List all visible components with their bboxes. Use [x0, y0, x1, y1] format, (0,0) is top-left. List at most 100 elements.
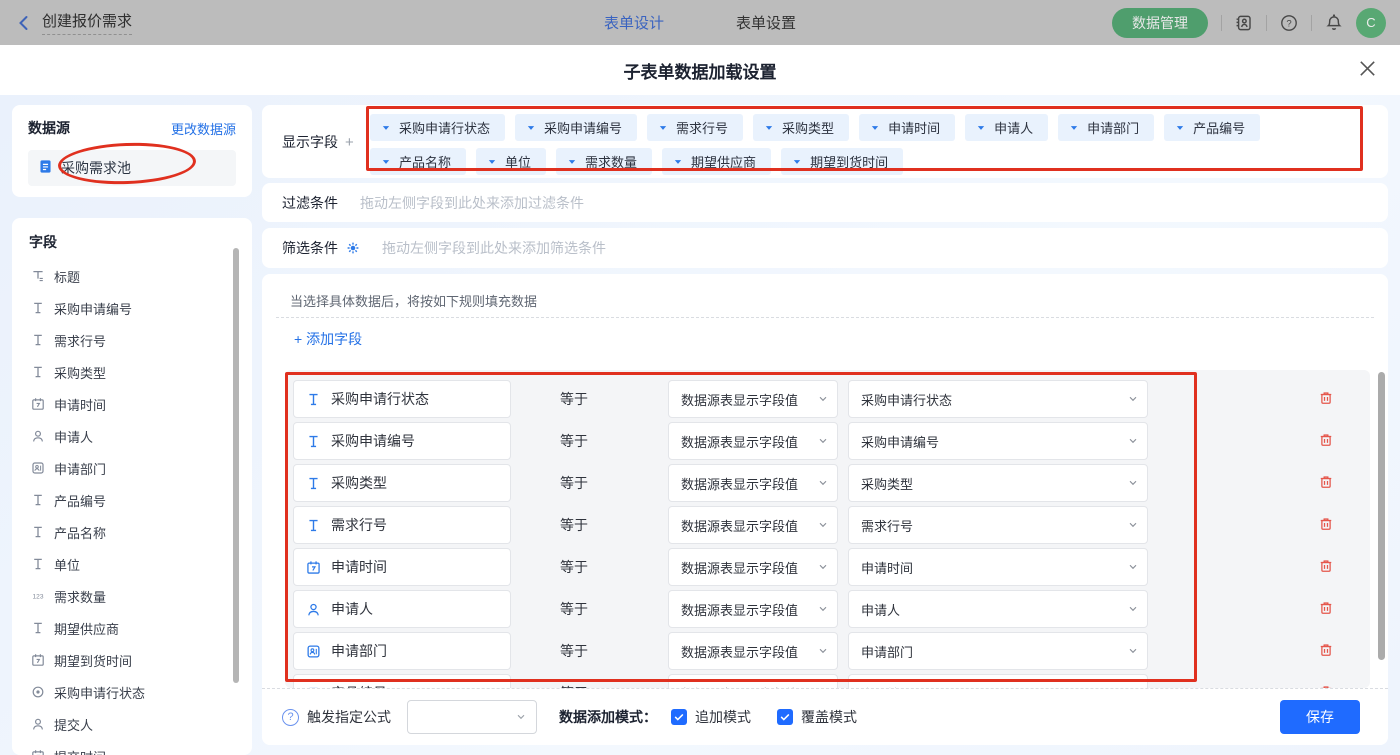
field-item[interactable]: 单位: [12, 548, 252, 580]
target-field-select[interactable]: 产品编号: [848, 674, 1148, 688]
department-icon: [306, 644, 321, 659]
gear-icon[interactable]: [346, 241, 360, 255]
target-field-select[interactable]: 申请时间: [848, 548, 1148, 586]
source-value-select[interactable]: 数据源表显示字段值: [668, 422, 838, 460]
caret-down-icon: [380, 156, 392, 168]
field-item[interactable]: 需求行号: [12, 324, 252, 356]
field-item-label: 需求数量: [54, 587, 106, 606]
data-manage-button[interactable]: 数据管理: [1112, 8, 1208, 38]
field-item[interactable]: 123需求数量: [12, 580, 252, 612]
target-field-select[interactable]: 采购申请行状态: [848, 380, 1148, 418]
rule-field-box[interactable]: 采购申请编号: [293, 422, 511, 460]
delete-icon[interactable]: [1318, 474, 1334, 490]
rule-field-box[interactable]: 申请部门: [293, 632, 511, 670]
source-value-select[interactable]: 数据源表显示字段值: [668, 674, 838, 688]
help-icon: ?: [282, 709, 299, 726]
delete-icon[interactable]: [1318, 516, 1334, 532]
display-field-chip[interactable]: 需求数量: [556, 148, 652, 175]
operator-label: 等于: [560, 422, 588, 460]
source-value-select[interactable]: 数据源表显示字段值: [668, 506, 838, 544]
caret-down-icon: [486, 156, 498, 168]
field-item-label: 采购申请行状态: [54, 683, 145, 702]
field-item[interactable]: 提交时间: [12, 740, 252, 755]
tab-form-settings[interactable]: 表单设置: [736, 12, 796, 33]
datasource-selected-item[interactable]: 采购需求池: [28, 150, 236, 186]
field-item[interactable]: 采购申请编号: [12, 292, 252, 324]
display-field-chip[interactable]: 产品名称: [370, 148, 466, 175]
field-item-label: 需求行号: [54, 331, 106, 350]
text-icon: [31, 557, 45, 571]
add-display-field-icon[interactable]: +: [345, 134, 354, 151]
help-icon[interactable]: ?: [1280, 14, 1298, 32]
rule-row: 采购申请行状态等于数据源表显示字段值采购申请行状态: [285, 380, 1370, 418]
contacts-icon[interactable]: [1235, 14, 1253, 32]
source-value-select[interactable]: 数据源表显示字段值: [668, 548, 838, 586]
target-field-select[interactable]: 需求行号: [848, 506, 1148, 544]
field-item[interactable]: 提交人: [12, 708, 252, 740]
caret-down-icon: [869, 122, 881, 134]
field-item[interactable]: 采购申请行状态: [12, 676, 252, 708]
delete-icon[interactable]: [1318, 558, 1334, 574]
source-value-select[interactable]: 数据源表显示字段值: [668, 380, 838, 418]
display-field-chip[interactable]: 单位: [476, 148, 546, 175]
rule-field-label: 申请部门: [331, 641, 387, 661]
target-field-select[interactable]: 申请人: [848, 590, 1148, 628]
divider: [1311, 15, 1312, 31]
rule-field-box[interactable]: 产品编号: [293, 674, 511, 688]
filter-dropzone[interactable]: 拖动左侧字段到此处来添加过滤条件: [360, 193, 584, 213]
rule-field-box[interactable]: 需求行号: [293, 506, 511, 544]
fields-scrollbar[interactable]: [233, 248, 239, 683]
display-field-chip[interactable]: 申请时间: [859, 114, 955, 141]
delete-icon[interactable]: [1318, 390, 1334, 406]
display-field-chip[interactable]: 采购类型: [753, 114, 849, 141]
target-field-select[interactable]: 采购类型: [848, 464, 1148, 502]
target-field-select[interactable]: 申请部门: [848, 632, 1148, 670]
save-button[interactable]: 保存: [1280, 700, 1360, 734]
field-item[interactable]: 产品名称: [12, 516, 252, 548]
mode-checkbox[interactable]: 覆盖模式: [777, 707, 857, 727]
display-field-chip[interactable]: 期望供应商: [662, 148, 771, 175]
rules-scrollbar[interactable]: [1378, 372, 1385, 660]
field-item[interactable]: 申请部门: [12, 452, 252, 484]
field-item[interactable]: 标题: [12, 260, 252, 292]
mode-checkbox[interactable]: 追加模式: [671, 707, 751, 727]
target-field-select[interactable]: 采购申请编号: [848, 422, 1148, 460]
field-item[interactable]: 申请人: [12, 420, 252, 452]
delete-icon[interactable]: [1318, 642, 1334, 658]
add-field-button[interactable]: + 添加字段: [294, 329, 362, 349]
display-field-chip[interactable]: 期望到货时间: [781, 148, 903, 175]
field-item-label: 提交人: [54, 715, 93, 734]
source-value-select[interactable]: 数据源表显示字段值: [668, 590, 838, 628]
rule-field-box[interactable]: 采购类型: [293, 464, 511, 502]
target-field-label: 采购申请编号: [861, 432, 939, 451]
bell-icon[interactable]: [1325, 14, 1343, 32]
change-datasource-link[interactable]: 更改数据源: [171, 119, 236, 138]
field-item[interactable]: 申请时间: [12, 388, 252, 420]
delete-icon[interactable]: [1318, 432, 1334, 448]
delete-icon[interactable]: [1318, 600, 1334, 616]
rule-field-box[interactable]: 采购申请行状态: [293, 380, 511, 418]
field-item[interactable]: 采购类型: [12, 356, 252, 388]
rule-field-box[interactable]: 申请人: [293, 590, 511, 628]
chip-label: 采购申请行状态: [399, 118, 490, 137]
field-item[interactable]: 期望到货时间: [12, 644, 252, 676]
user-avatar[interactable]: C: [1356, 8, 1386, 38]
source-value-select[interactable]: 数据源表显示字段值: [668, 632, 838, 670]
field-item[interactable]: 期望供应商: [12, 612, 252, 644]
formula-select[interactable]: [407, 700, 537, 734]
display-field-chip[interactable]: 采购申请编号: [515, 114, 637, 141]
text-icon: [31, 493, 45, 507]
display-field-chip[interactable]: 申请部门: [1058, 114, 1154, 141]
source-value-label: 数据源表显示字段值: [681, 558, 798, 577]
display-field-chip[interactable]: 采购申请行状态: [370, 114, 505, 141]
sift-dropzone[interactable]: 拖动左侧字段到此处来添加筛选条件: [382, 238, 606, 258]
display-field-chip[interactable]: 产品编号: [1164, 114, 1260, 141]
rule-field-box[interactable]: 申请时间: [293, 548, 511, 586]
display-field-chip[interactable]: 需求行号: [647, 114, 743, 141]
target-field-label: 采购类型: [861, 474, 913, 493]
tab-form-design[interactable]: 表单设计: [604, 12, 664, 33]
source-value-select[interactable]: 数据源表显示字段值: [668, 464, 838, 502]
field-item[interactable]: 产品编号: [12, 484, 252, 516]
close-icon[interactable]: [1359, 60, 1376, 77]
display-field-chip[interactable]: 申请人: [965, 114, 1048, 141]
